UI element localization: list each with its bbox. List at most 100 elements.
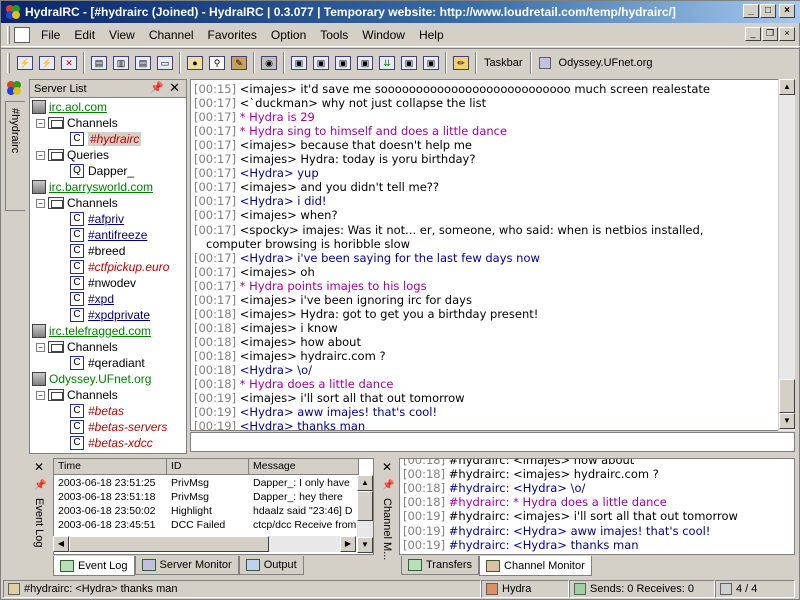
tab-channel-monitor[interactable]: Channel Monitor: [479, 556, 592, 576]
scroll-up-icon[interactable]: ▲: [779, 79, 795, 95]
channel-item[interactable]: C #qeradiant: [70, 355, 145, 371]
tile-vertical-icon[interactable]: ▥: [110, 52, 132, 74]
event-log-hscroll[interactable]: ◀ ▶: [53, 536, 356, 552]
scroll-right-icon[interactable]: ▶: [340, 536, 356, 552]
group-node[interactable]: − Channels: [36, 195, 118, 211]
group-node[interactable]: − Channels: [36, 387, 118, 403]
maximize-icon[interactable]: □: [760, 4, 776, 18]
channel-item[interactable]: C #betas: [70, 403, 124, 419]
hscroll-thumb[interactable]: [69, 536, 269, 552]
connect-all-icon[interactable]: ⚡: [36, 52, 58, 74]
tab-server-monitor[interactable]: Server Monitor: [134, 556, 239, 575]
server-name[interactable]: irc.barrysworld.com: [49, 180, 153, 194]
chat-scrollbar[interactable]: ▲ ▼: [778, 79, 795, 431]
channel-item[interactable]: C #betas-xdcc: [70, 435, 153, 451]
column-message[interactable]: Message: [249, 459, 359, 475]
search-icon[interactable]: ⚲: [206, 52, 228, 74]
connect-icon[interactable]: ⚡: [14, 52, 36, 74]
collapse-icon[interactable]: −: [36, 150, 45, 160]
server-node[interactable]: irc.barrysworld.com: [32, 179, 153, 195]
server-node[interactable]: irc.telefragged.com: [32, 323, 151, 339]
show-info-icon[interactable]: ▣: [354, 52, 376, 74]
tab-hydrairc-vertical[interactable]: #hydrairc: [5, 101, 25, 211]
channel-item[interactable]: C #antifreeze: [70, 227, 147, 243]
server-name[interactable]: Odyssey.UFnet.org: [49, 372, 151, 386]
collapse-icon[interactable]: −: [36, 390, 45, 400]
collapse-icon[interactable]: −: [36, 198, 45, 208]
close-icon[interactable]: ×: [779, 4, 795, 18]
close-icon[interactable]: ✕: [382, 460, 392, 474]
taskbar-label[interactable]: Taskbar: [480, 57, 527, 69]
pin-icon[interactable]: 📌: [150, 81, 164, 94]
cascade-icon[interactable]: ▭: [154, 52, 176, 74]
menu-window[interactable]: Window: [355, 28, 412, 42]
disconnect-icon[interactable]: ✕: [58, 52, 80, 74]
pin-icon[interactable]: 📌: [34, 480, 46, 491]
channel-monitor-output[interactable]: [00:18] #hydrairc: <imajes> how about [00…: [399, 458, 795, 555]
server-name[interactable]: irc.aol.com: [49, 100, 107, 114]
taskbar-server-button[interactable]: Odyssey.UFnet.org: [555, 57, 657, 69]
collapse-icon[interactable]: −: [36, 342, 45, 352]
server-name[interactable]: irc.telefragged.com: [49, 324, 151, 338]
scroll-up-icon[interactable]: ▲: [357, 475, 373, 491]
show-header-icon[interactable]: ▣: [332, 52, 354, 74]
channel-item[interactable]: C #breed: [70, 243, 125, 259]
scroll-down-icon[interactable]: ▼: [357, 537, 373, 553]
servers-icon[interactable]: [5, 79, 23, 97]
channel-item[interactable]: C #hydrairc: [70, 131, 142, 147]
menu-tools[interactable]: Tools: [313, 28, 355, 42]
mdi-minimize-icon[interactable]: _: [745, 27, 761, 41]
show-transfers-icon[interactable]: ⇊: [376, 52, 398, 74]
server-node[interactable]: Odyssey.UFnet.org: [32, 371, 151, 387]
menu-option[interactable]: Option: [264, 28, 313, 42]
event-log-scrollbar[interactable]: ▲ ▼: [357, 475, 373, 553]
message-input[interactable]: [190, 432, 795, 452]
window-list-icon[interactable]: ▤: [88, 52, 110, 74]
channel-item[interactable]: C #nwodev: [70, 275, 136, 291]
scroll-down-icon[interactable]: ▼: [779, 413, 795, 429]
close-icon[interactable]: ✕: [169, 80, 180, 96]
show-output-icon[interactable]: ▣: [398, 52, 420, 74]
mdi-close-icon[interactable]: ×: [779, 27, 795, 41]
show-server-list-icon[interactable]: ▣: [288, 52, 310, 74]
scroll-left-icon[interactable]: ◀: [53, 536, 69, 552]
collapse-icon[interactable]: −: [36, 118, 45, 128]
channel-item[interactable]: C #xpdprivate: [70, 307, 150, 323]
menu-help[interactable]: Help: [412, 28, 451, 42]
menu-view[interactable]: View: [102, 28, 142, 42]
group-node[interactable]: − Queries: [36, 147, 109, 163]
tab-event-log[interactable]: Event Log: [53, 556, 135, 576]
chat-output[interactable]: [00:15] <imajes> it'd save me sooooooooo…: [190, 79, 795, 431]
tile-horizontal-icon[interactable]: ▤: [132, 52, 154, 74]
group-node[interactable]: − Channels: [36, 339, 118, 355]
mute-icon[interactable]: ◉: [258, 52, 280, 74]
menu-edit[interactable]: Edit: [67, 28, 102, 42]
show-monitor-icon[interactable]: ▣: [420, 52, 442, 74]
channel-item[interactable]: C #xpd: [70, 291, 114, 307]
server-icon: [538, 56, 551, 69]
tab-output[interactable]: Output: [238, 556, 304, 575]
show-user-list-icon[interactable]: ▣: [310, 52, 332, 74]
scroll-thumb[interactable]: [357, 491, 373, 521]
channel-item[interactable]: C #afpriv: [70, 211, 124, 227]
column-id[interactable]: ID: [167, 459, 249, 475]
channel-item[interactable]: Q Dapper_: [70, 163, 134, 179]
mdi-restore-icon[interactable]: ❐: [762, 27, 778, 41]
pencil-icon[interactable]: ✏: [450, 52, 472, 74]
server-node[interactable]: irc.aol.com: [32, 99, 107, 115]
channel-item[interactable]: C #ctfpickup.euro: [70, 259, 169, 275]
menu-file[interactable]: File: [34, 28, 67, 42]
minimize-icon[interactable]: _: [743, 4, 759, 18]
chat-line: [00:15] <imajes> it'd save me sooooooooo…: [194, 82, 710, 96]
menu-favorites[interactable]: Favorites: [201, 28, 264, 42]
notes-icon[interactable]: ✎: [228, 52, 250, 74]
pin-icon[interactable]: 📌: [382, 480, 394, 491]
channel-item[interactable]: C #betas-servers: [70, 419, 167, 435]
group-node[interactable]: − Channels: [36, 115, 118, 131]
scroll-thumb[interactable]: [779, 379, 795, 413]
tab-transfers[interactable]: Transfers: [401, 556, 480, 575]
column-time[interactable]: Time: [54, 459, 167, 475]
favorites-icon[interactable]: ●: [184, 52, 206, 74]
menu-channel[interactable]: Channel: [142, 28, 201, 42]
close-icon[interactable]: ✕: [34, 460, 44, 474]
